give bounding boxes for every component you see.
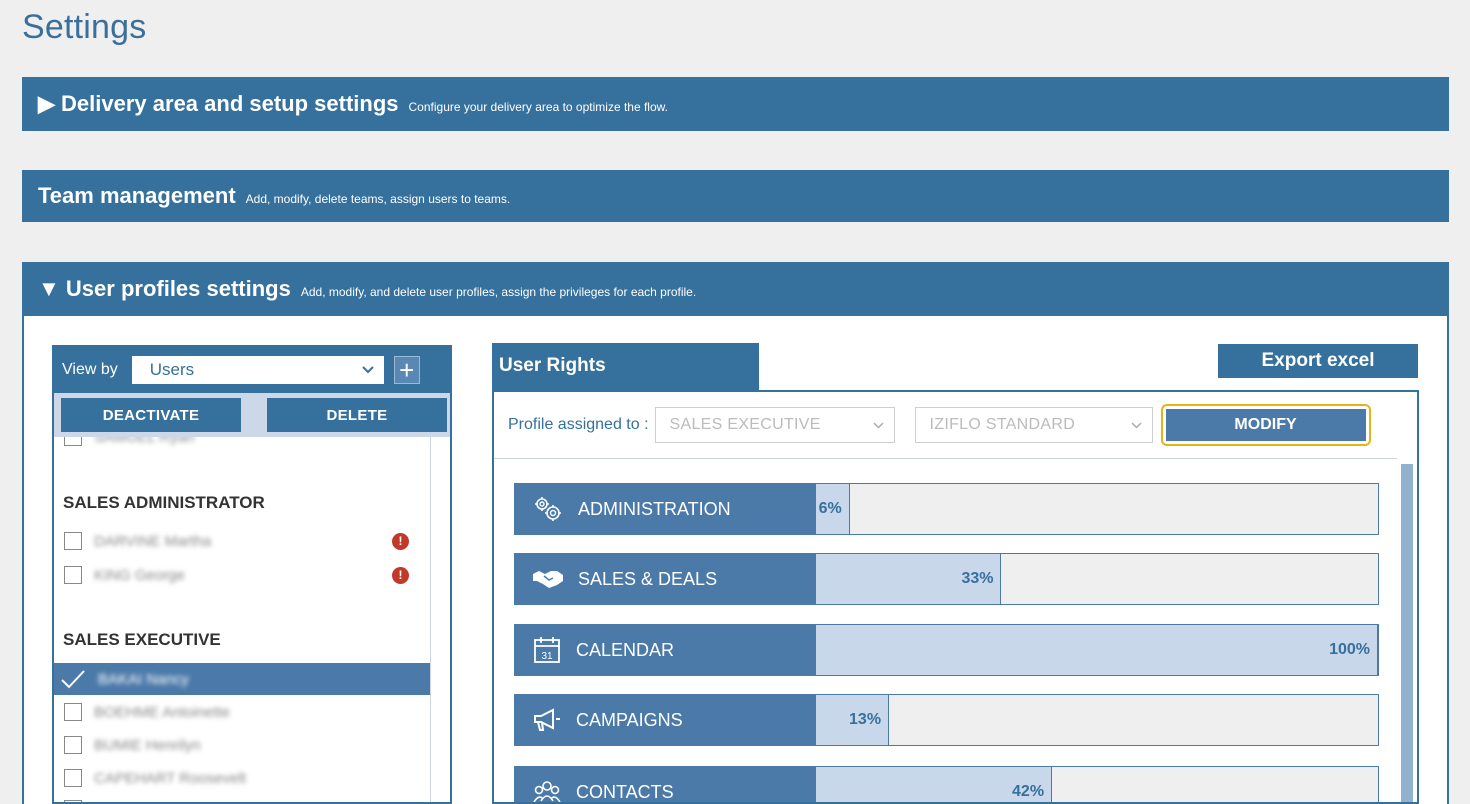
section-delivery-header[interactable]: ▶ Delivery area and setup settings Confi… <box>22 77 1449 131</box>
right-row-contacts[interactable]: CONTACTS 42% <box>514 766 1379 802</box>
right-progress-fill <box>816 625 1378 675</box>
page-title: Settings <box>22 8 147 46</box>
right-row-sales-deals[interactable]: SALES & DEALS 33% <box>514 553 1379 605</box>
handshake-icon <box>533 571 563 588</box>
user-checkbox[interactable] <box>64 437 82 446</box>
user-checkbox[interactable] <box>64 800 82 802</box>
list-item[interactable]: SAMUEL Ryan <box>54 437 431 453</box>
gears-icon <box>535 497 561 521</box>
right-label: 31 CALENDAR <box>514 624 815 676</box>
view-by-label: View by <box>62 361 118 378</box>
right-progress-bar: 100% <box>815 624 1379 676</box>
rights-list: ADMINISTRATION 6% SALES & DEALS 33% 31 C… <box>494 458 1417 802</box>
chevron-down-icon <box>362 366 374 374</box>
contacts-icon <box>533 781 561 802</box>
section-team-title: Team management <box>38 183 236 208</box>
warning-icon: ! <box>392 532 409 550</box>
right-progress-bar: 42% <box>815 766 1379 802</box>
right-progress-bar: 6% <box>815 483 1379 535</box>
svg-text:31: 31 <box>541 651 553 662</box>
profile-select[interactable]: SALES EXECUTIVE <box>654 407 895 443</box>
user-list: SAMUEL Ryan SALES ADMINISTRATOR DARVINE … <box>54 437 431 802</box>
right-label: ADMINISTRATION <box>514 483 815 535</box>
user-checkbox[interactable] <box>64 532 82 550</box>
collapse-arrow-icon: ▼ <box>38 276 60 301</box>
view-by-bar: View by Users + <box>54 347 450 393</box>
add-user-button[interactable]: + <box>393 356 420 384</box>
right-percent: 6% <box>818 500 842 517</box>
right-percent: 100% <box>1329 641 1370 658</box>
right-label: CAMPAIGNS <box>514 694 815 746</box>
list-item[interactable]: BOEHME Antoinette <box>54 696 431 728</box>
user-list-scrollbar[interactable] <box>430 437 450 802</box>
list-item[interactable]: BUMIE Henrilyn <box>54 729 431 761</box>
list-item[interactable]: CAPEHART Roosevelt <box>54 762 431 794</box>
right-label: SALES & DEALS <box>514 553 815 605</box>
right-percent: 13% <box>849 711 882 728</box>
chevron-down-icon <box>1131 421 1142 429</box>
expand-arrow-icon: ▶ <box>38 91 55 116</box>
warning-icon: ! <box>392 566 409 584</box>
section-profiles-header[interactable]: ▼ User profiles settings Add, modify, an… <box>22 262 1449 316</box>
list-item[interactable]: DARVINE Martha ! <box>54 525 431 557</box>
deactivate-button[interactable]: DEACTIVATE <box>61 398 241 432</box>
modify-highlight: MODIFY <box>1160 404 1371 446</box>
section-delivery-description: Configure your delivery area to optimize… <box>408 99 668 114</box>
checkmark-icon[interactable] <box>60 668 86 690</box>
user-checkbox[interactable] <box>64 769 82 787</box>
right-label: CONTACTS <box>514 766 815 802</box>
export-excel-button[interactable]: Export excel <box>1218 344 1418 378</box>
rights-scrollbar[interactable] <box>1397 458 1417 802</box>
right-row-calendar[interactable]: 31 CALENDAR 100% <box>514 624 1379 676</box>
section-team-header[interactable]: Team management Add, modify, delete team… <box>22 170 1449 222</box>
right-percent: 42% <box>1012 783 1045 800</box>
section-team-description: Add, modify, delete teams, assign users … <box>245 191 511 206</box>
right-progress-bar: 33% <box>815 553 1379 605</box>
profile-assigned-label: Profile assigned to : <box>508 416 649 433</box>
view-by-value: Users <box>149 360 195 379</box>
user-checkbox[interactable] <box>64 703 82 721</box>
calendar-icon: 31 <box>534 637 560 663</box>
user-checkbox[interactable] <box>64 566 82 584</box>
chevron-down-icon <box>873 421 884 429</box>
profile-assignment-bar: Profile assigned to : SALES EXECUTIVE IZ… <box>494 392 1417 458</box>
delete-button[interactable]: DELETE <box>267 398 447 432</box>
tab-user-rights[interactable]: User Rights <box>492 343 759 391</box>
list-item[interactable]: KING George ! <box>54 559 431 591</box>
right-row-administration[interactable]: ADMINISTRATION 6% <box>514 483 1379 535</box>
rights-scrollbar-thumb[interactable] <box>1401 464 1413 802</box>
group-label-sales-administrator: SALES ADMINISTRATOR <box>63 493 265 512</box>
user-rights-panel: Profile assigned to : SALES EXECUTIVE IZ… <box>492 390 1419 804</box>
right-progress-bar: 13% <box>815 694 1379 746</box>
users-panel: View by Users + DEACTIVATE DELETE SAMUEL… <box>52 345 452 804</box>
list-item[interactable]: BAKAI Nancy <box>54 663 431 695</box>
modify-button[interactable]: MODIFY <box>1165 409 1366 441</box>
list-item[interactable] <box>54 793 431 802</box>
section-delivery-title: ▶ Delivery area and setup settings <box>38 91 399 116</box>
group-label-sales-executive: SALES EXECUTIVE <box>63 630 221 649</box>
user-checkbox[interactable] <box>64 736 82 754</box>
right-percent: 33% <box>961 570 994 587</box>
section-profiles-title: ▼ User profiles settings <box>38 276 291 301</box>
section-profiles-description: Add, modify, and delete user profiles, a… <box>300 284 697 299</box>
right-row-campaigns[interactable]: CAMPAIGNS 13% <box>514 694 1379 746</box>
standard-profile-select[interactable]: IZIFLO STANDARD <box>914 407 1153 443</box>
user-actions-bar: DEACTIVATE DELETE <box>54 393 450 437</box>
megaphone-icon <box>534 708 560 731</box>
view-by-select[interactable]: Users <box>131 356 384 384</box>
